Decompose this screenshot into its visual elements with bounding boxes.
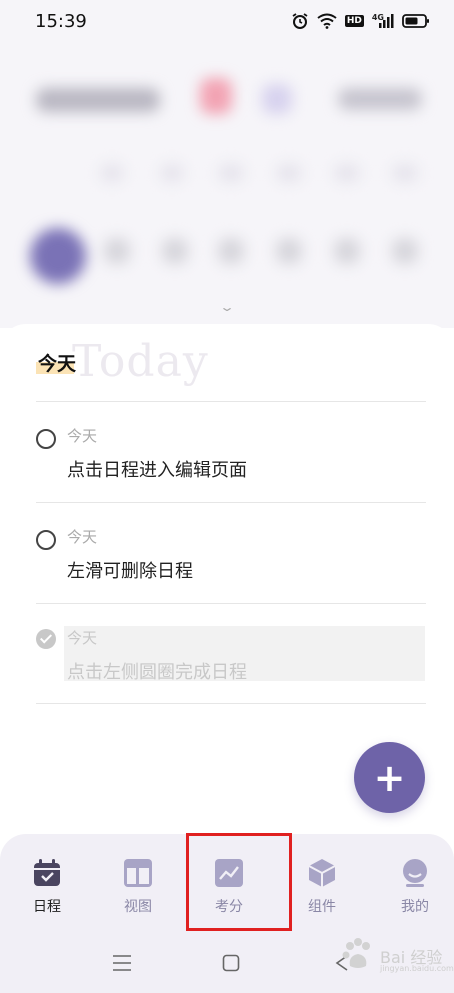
annotation-highlight-box [186, 833, 292, 931]
watermark: Bai 经验 jingyan.baidu.com [340, 936, 454, 976]
tab-label: 日程 [33, 899, 61, 915]
expand-chevron-icon[interactable]: ⌄ [219, 300, 235, 314]
tab-label: 我的 [401, 899, 429, 915]
task-date: 今天 [67, 629, 98, 647]
task-title: 左滑可删除日程 [67, 561, 193, 582]
task-checkbox[interactable] [36, 530, 56, 550]
wifi-icon [317, 13, 337, 29]
hd-icon: HD [344, 15, 364, 27]
calendar-area[interactable] [0, 44, 454, 328]
tab-schedule[interactable]: 日程 [2, 834, 92, 934]
tab-label: 视图 [124, 899, 152, 915]
plus-icon: + [373, 755, 406, 800]
task-checkbox-checked[interactable] [36, 629, 56, 649]
home-icon[interactable] [219, 951, 243, 975]
task-title: 点击左侧圆圈完成日程 [67, 662, 247, 683]
status-time: 15:39 [35, 11, 87, 32]
task-item[interactable]: 今天 左滑可删除日程 [0, 503, 454, 603]
today-background-text: Today [72, 336, 209, 387]
status-icons: HD 4G [291, 12, 430, 30]
task-item[interactable]: 今天 点击日程进入编辑页面 [0, 402, 454, 502]
menu-icon[interactable] [110, 951, 134, 975]
tab-view[interactable]: 视图 [93, 834, 183, 934]
task-title: 点击日程进入编辑页面 [67, 460, 247, 481]
task-date: 今天 [67, 427, 98, 445]
battery-icon [402, 13, 430, 29]
task-item[interactable]: 今天 点击左侧圆圈完成日程 [0, 604, 454, 704]
paw-logo-icon [342, 938, 370, 968]
task-date: 今天 [67, 528, 98, 546]
layout-icon [124, 859, 152, 887]
task-checkbox[interactable] [36, 429, 56, 449]
calendar-icon [34, 859, 60, 886]
today-label: 今天 [38, 353, 77, 375]
signal-4g-icon: 4G [372, 13, 394, 29]
watermark-sub: jingyan.baidu.com [380, 964, 454, 973]
calendar-blur [0, 44, 454, 328]
cube-icon [308, 859, 336, 887]
tab-mine[interactable]: 我的 [370, 834, 454, 934]
status-bar: 15:39 HD 4G [0, 0, 454, 44]
add-schedule-button[interactable]: + [354, 742, 425, 813]
profile-icon [403, 859, 427, 887]
divider [36, 703, 426, 704]
alarm-icon [291, 12, 309, 30]
